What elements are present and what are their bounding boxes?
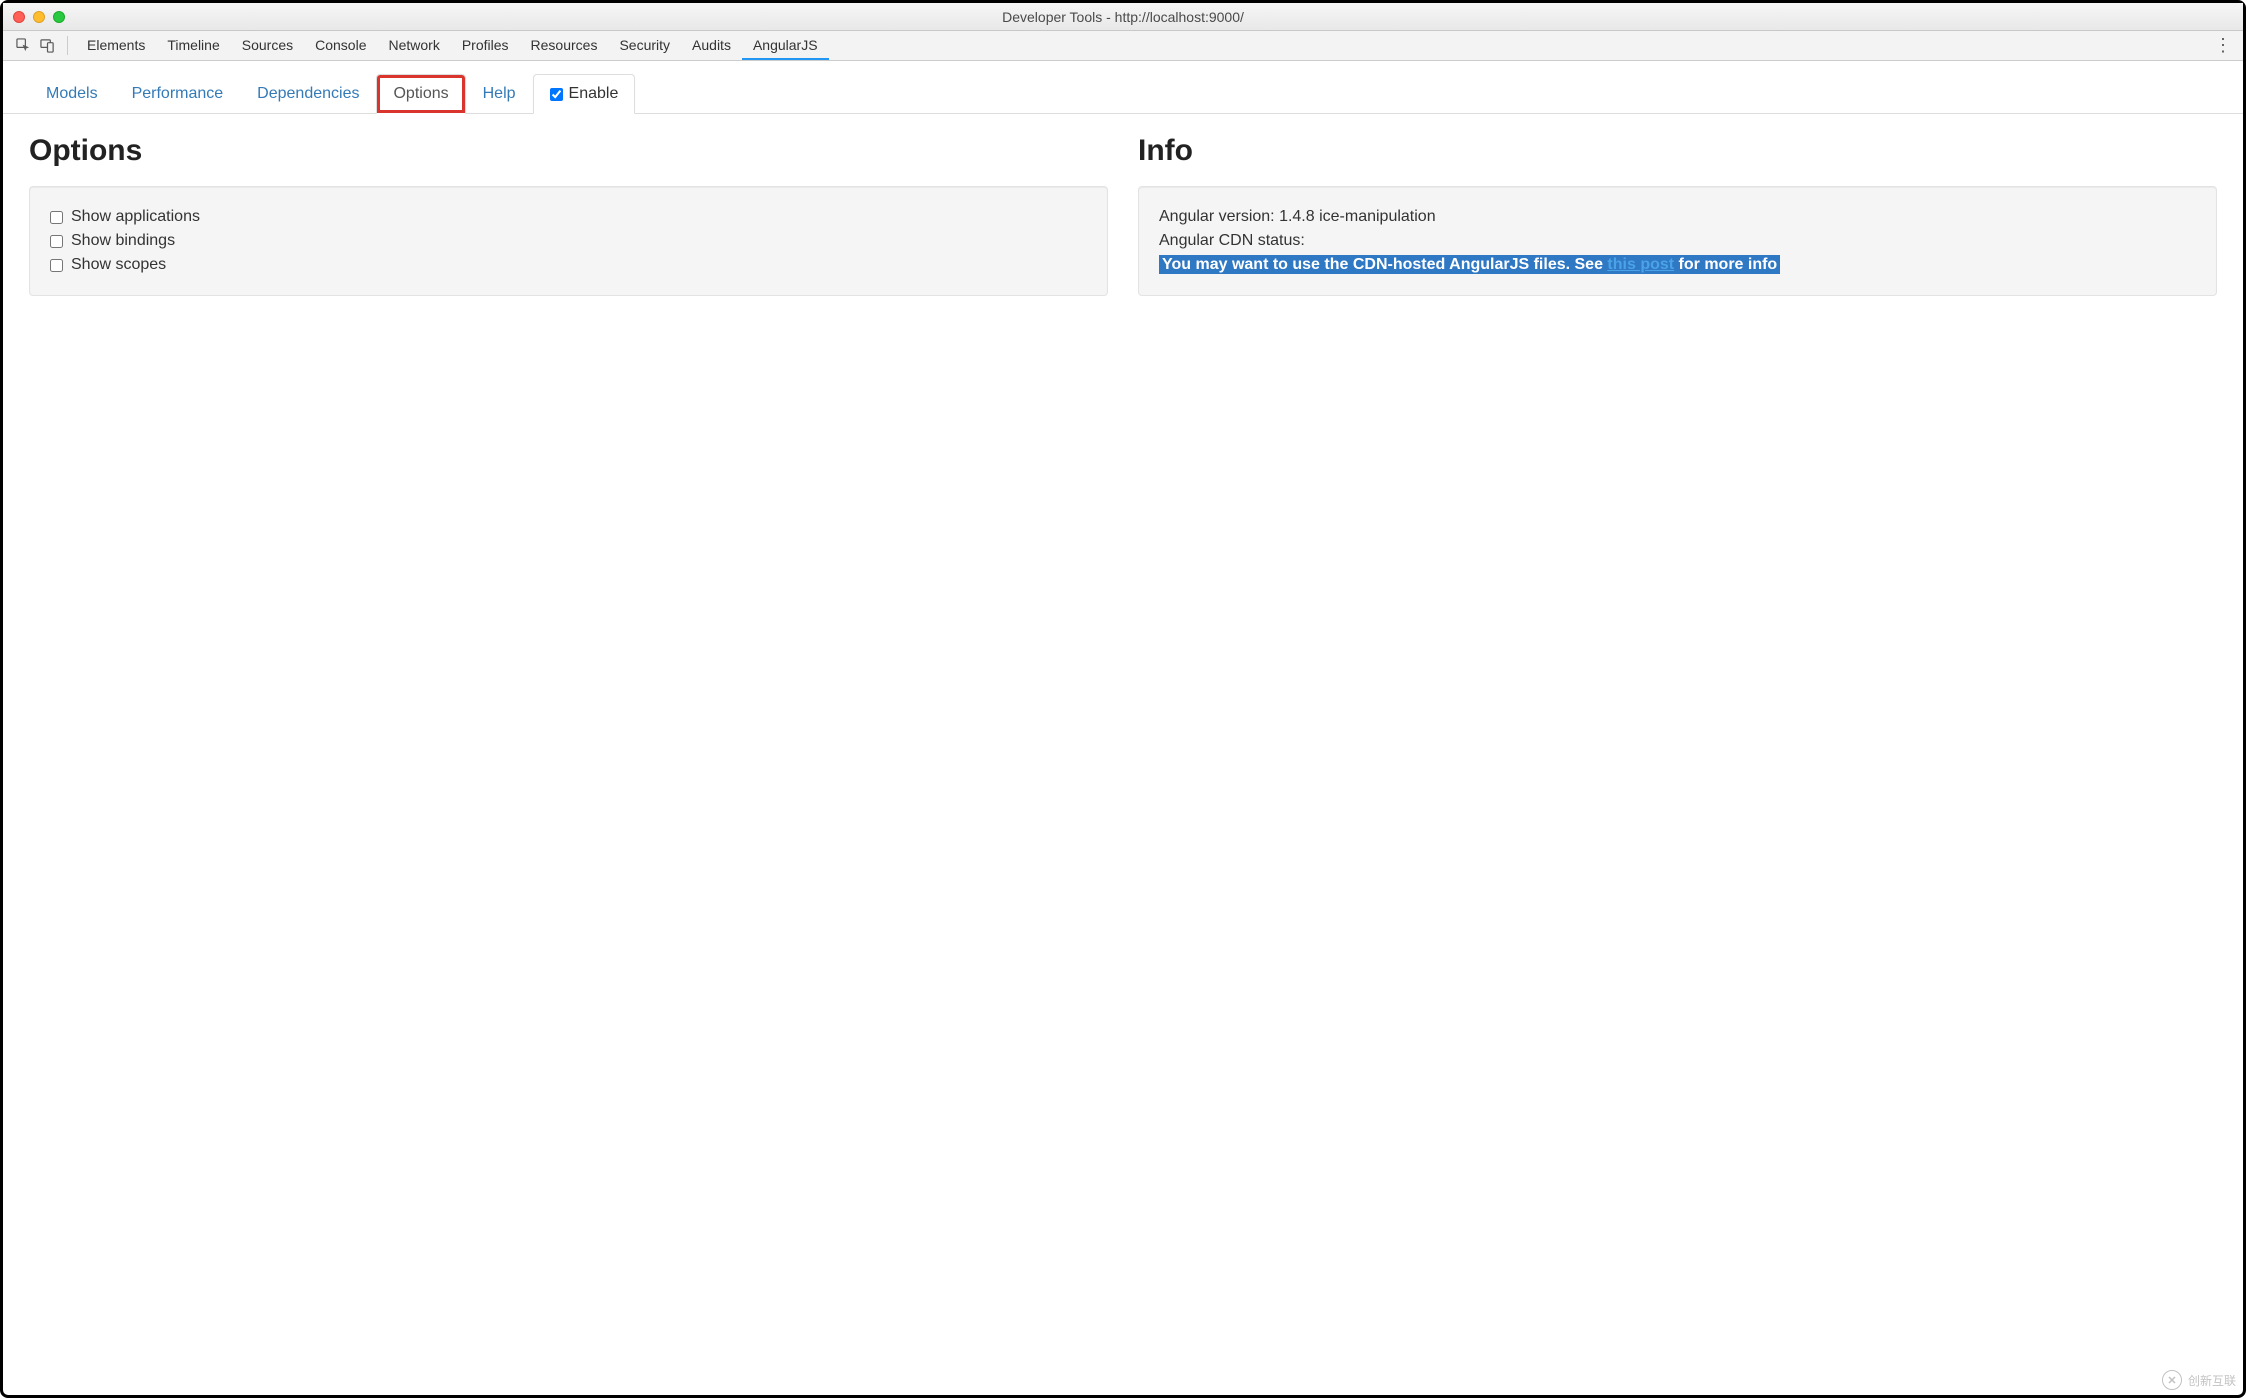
angularjs-tab-models[interactable]: Models: [29, 74, 115, 114]
option-show-applications[interactable]: Show applications: [50, 205, 1087, 229]
option-checkbox[interactable]: [50, 211, 63, 224]
options-well: Show applications Show bindings Show scope…: [29, 186, 1108, 296]
window-minimize-button[interactable]: [33, 11, 45, 23]
angularjs-tab-help[interactable]: Help: [466, 74, 533, 114]
panel-content: Options Show applicationsShow bindingsSh…: [3, 114, 2243, 316]
cdn-msg-after: for more info: [1674, 256, 1777, 273]
traffic-lights: [3, 11, 65, 23]
devtools-tab-network[interactable]: Network: [377, 31, 450, 60]
option-show-scopes[interactable]: Show scopes: [50, 253, 1087, 277]
kebab-menu-icon[interactable]: ⋮: [2211, 31, 2235, 60]
angularjs-tab-performance[interactable]: Performance: [115, 74, 241, 114]
option-label: Show applications: [71, 208, 200, 226]
window-close-button[interactable]: [13, 11, 25, 23]
angularjs-panel-tabs: ModelsPerformanceDependenciesOptionsHelp…: [3, 61, 2243, 114]
option-label: Show scopes: [71, 256, 166, 274]
watermark-text: 创新互联: [2188, 1372, 2236, 1389]
devtools-tab-profiles[interactable]: Profiles: [451, 31, 520, 60]
angularjs-tab-dependencies[interactable]: Dependencies: [240, 74, 376, 114]
watermark: ✕ 创新互联: [2162, 1370, 2236, 1390]
angular-version-text: Angular version: 1.4.8 ice-manipulation: [1159, 205, 2196, 229]
options-heading: Options: [29, 134, 1108, 168]
devtools-tabbar: ElementsTimelineSourcesConsoleNetworkPro…: [3, 31, 2243, 61]
window-maximize-button[interactable]: [53, 11, 65, 23]
devtools-tab-timeline[interactable]: Timeline: [156, 31, 230, 60]
cdn-status-message: You may want to use the CDN-hosted Angul…: [1159, 253, 2196, 277]
angularjs-tab-options[interactable]: Options: [376, 74, 465, 114]
info-well: Angular version: 1.4.8 ice-manipulation …: [1138, 186, 2217, 296]
options-column: Options Show applicationsShow bindingsSh…: [29, 134, 1108, 296]
devtools-tab-angularjs[interactable]: AngularJS: [742, 31, 829, 60]
devtools-tab-security[interactable]: Security: [608, 31, 681, 60]
option-checkbox[interactable]: [50, 235, 63, 248]
enable-checkbox[interactable]: [550, 88, 563, 101]
window-titlebar: Developer Tools - http://localhost:9000/: [3, 3, 2243, 31]
info-column: Info Angular version: 1.4.8 ice-manipula…: [1138, 134, 2217, 296]
devtools-tab-console[interactable]: Console: [304, 31, 377, 60]
option-checkbox[interactable]: [50, 259, 63, 272]
option-show-bindings[interactable]: Show bindings: [50, 229, 1087, 253]
spacer: [829, 31, 2211, 60]
enable-toggle[interactable]: Enable: [533, 74, 636, 114]
info-heading: Info: [1138, 134, 2217, 168]
window-title: Developer Tools - http://localhost:9000/: [3, 9, 2243, 25]
inspect-element-icon[interactable]: [11, 31, 35, 60]
enable-label: Enable: [569, 85, 619, 103]
devtools-tab-audits[interactable]: Audits: [681, 31, 742, 60]
devtools-tab-elements[interactable]: Elements: [76, 31, 156, 60]
cdn-post-link[interactable]: this post: [1607, 256, 1674, 273]
device-toggle-icon[interactable]: [35, 31, 59, 60]
devtools-tab-resources[interactable]: Resources: [520, 31, 609, 60]
cdn-msg-before: You may want to use the CDN-hosted Angul…: [1162, 256, 1607, 273]
watermark-icon: ✕: [2162, 1370, 2182, 1390]
devtools-tab-sources[interactable]: Sources: [231, 31, 304, 60]
divider: [67, 36, 68, 55]
cdn-status-label: Angular CDN status:: [1159, 229, 2196, 253]
option-label: Show bindings: [71, 232, 175, 250]
